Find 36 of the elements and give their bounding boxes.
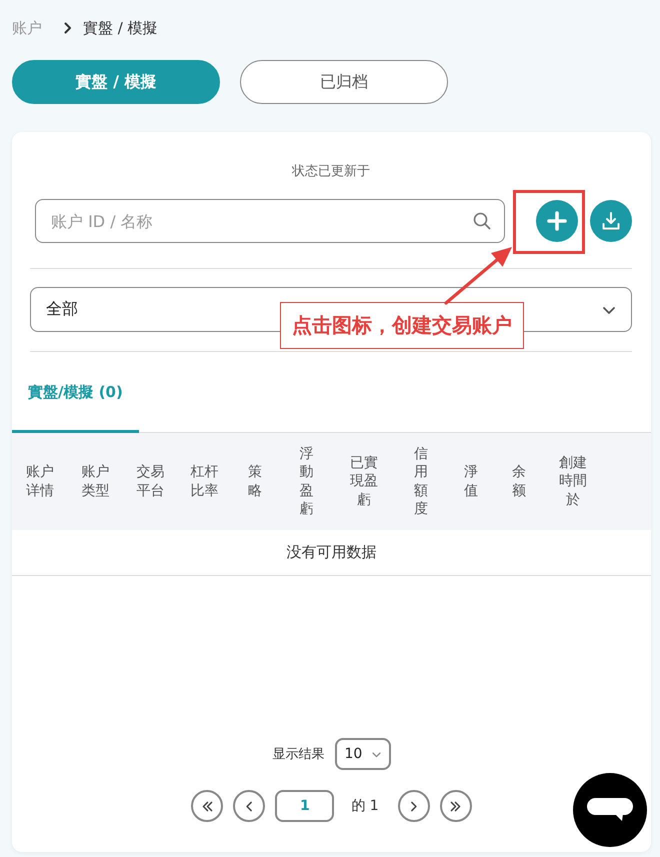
column-header: 淨值	[464, 463, 478, 500]
column-header: 浮動盈虧	[300, 444, 314, 518]
first-page-button[interactable]	[191, 790, 224, 822]
download-button[interactable]	[590, 200, 632, 242]
plus-icon	[547, 211, 567, 231]
page-size-select[interactable]: 10	[334, 738, 390, 770]
status-text: 状态已更新于	[292, 163, 370, 181]
double-chevron-left-icon	[200, 800, 214, 812]
chevron-right-icon	[64, 22, 72, 34]
chat-bubble-icon	[587, 798, 633, 822]
breadcrumb-current: 實盤 / 模擬	[83, 18, 158, 38]
column-header: 交易平台	[136, 463, 164, 500]
column-header: 余额	[512, 463, 526, 500]
column-header: 創建時間於	[559, 454, 587, 510]
page-input[interactable]: 1	[275, 790, 334, 822]
column-header: 杠杆比率	[190, 463, 218, 500]
double-chevron-right-icon	[449, 800, 462, 812]
column-header: 策略	[248, 463, 262, 500]
download-icon	[601, 211, 621, 231]
column-header: 账户详情	[26, 463, 54, 500]
column-header: 信用額度	[414, 444, 428, 518]
annotation-callout: 点击图标，创建交易账户	[280, 302, 524, 349]
view-tab[interactable]: 實盤 / 模擬	[12, 60, 220, 104]
column-header: 已實現盈虧	[350, 454, 378, 510]
next-page-button[interactable]	[398, 790, 430, 822]
previous-page-button[interactable]	[233, 790, 266, 822]
page-total: 的 1	[351, 797, 379, 815]
breadcrumb-link[interactable]: 账户	[12, 18, 42, 38]
last-page-button[interactable]	[440, 790, 472, 822]
search-icon	[473, 212, 491, 230]
view-tab[interactable]: 已归档	[240, 60, 448, 104]
column-header: 账户类型	[82, 463, 110, 500]
search-field[interactable]: 账户 ID / 名称	[35, 199, 505, 243]
page-size-label: 显示结果	[272, 746, 324, 763]
empty-message: 没有可用数据	[286, 543, 376, 562]
add-button[interactable]	[536, 200, 578, 242]
